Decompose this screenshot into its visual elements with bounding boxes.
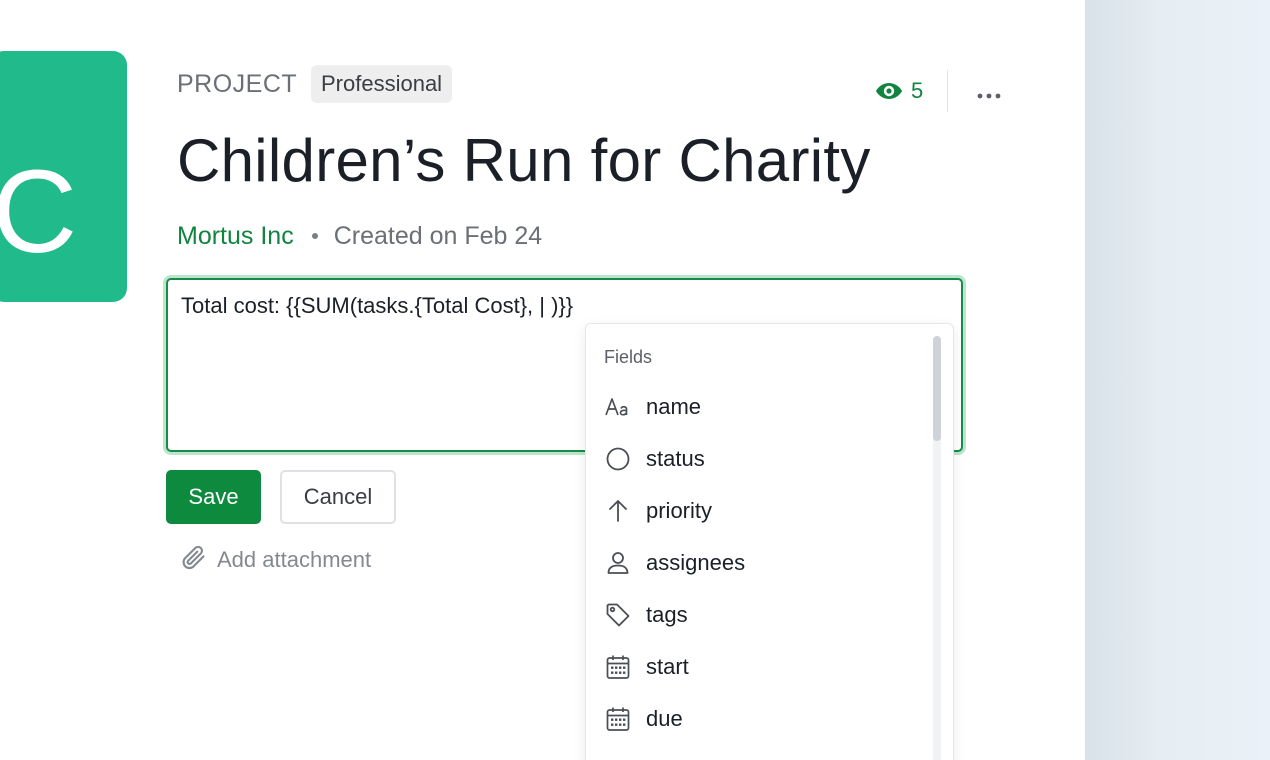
more-horizontal-icon (977, 79, 1001, 105)
field-item-name[interactable]: name (586, 381, 931, 433)
field-label: priority (646, 498, 713, 523)
field-item-status[interactable]: status (586, 433, 931, 485)
watch-count: 5 (911, 78, 924, 103)
circle-status-icon (604, 445, 632, 473)
arrow-up-icon (604, 497, 632, 525)
tag-icon (604, 601, 632, 629)
editor-text: Total cost: {{SUM(tasks.{Total Cost}, | … (181, 293, 574, 318)
plan-badge: Professional (311, 65, 453, 103)
fields-dropdown: Fields name status priority assignees ta… (585, 323, 954, 760)
text-type-icon (604, 393, 632, 421)
more-options-button[interactable] (970, 78, 1008, 106)
side-panel-background (1085, 0, 1270, 760)
field-item-priority[interactable]: priority (586, 485, 931, 537)
dropdown-heading: Fields (604, 347, 653, 367)
field-label: tags (646, 602, 688, 627)
project-main-panel: C PROJECT Professional 5 Children’s Run … (0, 0, 1085, 760)
person-icon (604, 549, 632, 577)
field-item-assignees[interactable]: assignees (586, 537, 931, 589)
calendar-icon (604, 653, 632, 681)
project-meta-row: Mortus Inc Created on Feb 24 (177, 220, 542, 252)
add-attachment-button[interactable]: Add attachment (179, 543, 371, 576)
field-item-start[interactable]: start (586, 641, 931, 693)
page-title: Children’s Run for Charity (177, 127, 871, 194)
field-label: start (646, 654, 689, 679)
project-avatar: C (0, 51, 127, 302)
project-type-label: PROJECT (177, 70, 298, 98)
field-label: status (646, 446, 705, 471)
separator-dot (311, 233, 318, 239)
field-item-tags[interactable]: tags (586, 589, 931, 641)
save-button[interactable]: Save (166, 470, 261, 524)
created-date: Created on Feb 24 (333, 222, 543, 250)
eye-icon (875, 81, 903, 101)
watchers-button[interactable]: 5 (875, 77, 923, 105)
avatar-letter: C (0, 146, 78, 278)
field-item-due[interactable]: due (586, 693, 931, 745)
add-attachment-label: Add attachment (217, 546, 372, 572)
field-label: name (646, 394, 702, 419)
dropdown-scrollbar[interactable] (933, 336, 941, 760)
field-label: assignees (646, 550, 746, 575)
scrollbar-thumb[interactable] (933, 336, 941, 441)
paperclip-icon (179, 543, 207, 576)
organization-link[interactable]: Mortus Inc (177, 220, 294, 252)
cancel-button[interactable]: Cancel (280, 470, 396, 524)
field-label: due (646, 706, 683, 731)
calendar-icon (604, 705, 632, 733)
field-list: name status priority assignees tags star… (586, 381, 931, 745)
header-divider (947, 70, 948, 112)
